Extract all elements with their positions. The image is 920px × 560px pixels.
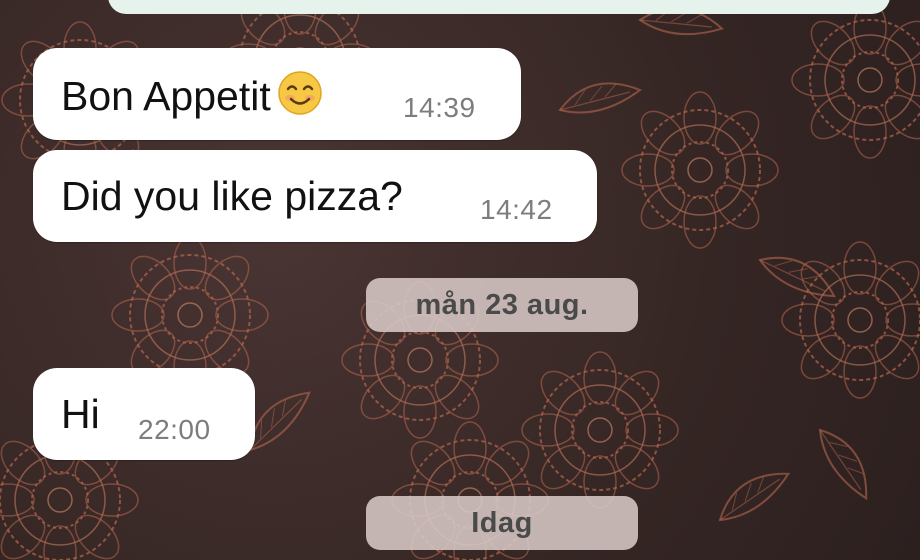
message-timestamp: 14:39 bbox=[403, 92, 476, 123]
date-separator: Idag bbox=[366, 496, 638, 550]
message-bubble[interactable]: Hi 22:00 bbox=[33, 368, 255, 460]
message-timestamp: 14:42 bbox=[480, 194, 553, 225]
message-bubble[interactable]: Bon Appetit 14:39 bbox=[33, 48, 521, 140]
previous-message-bubble[interactable] bbox=[108, 0, 890, 14]
date-separator-label: Idag bbox=[471, 507, 533, 539]
message-text: Hi bbox=[61, 391, 100, 437]
message-bubble[interactable]: Did you like pizza? 14:42 bbox=[33, 150, 597, 242]
message-timestamp: 22:00 bbox=[138, 414, 211, 445]
date-separator: mån 23 aug. bbox=[366, 278, 638, 332]
message-text: Did you like pizza? bbox=[61, 173, 403, 219]
message-text-content: Bon Appetit bbox=[61, 73, 271, 119]
smiling-face-emoji-icon bbox=[277, 71, 322, 115]
message-text: Bon Appetit bbox=[61, 70, 323, 120]
date-separator-label: mån 23 aug. bbox=[415, 289, 589, 321]
